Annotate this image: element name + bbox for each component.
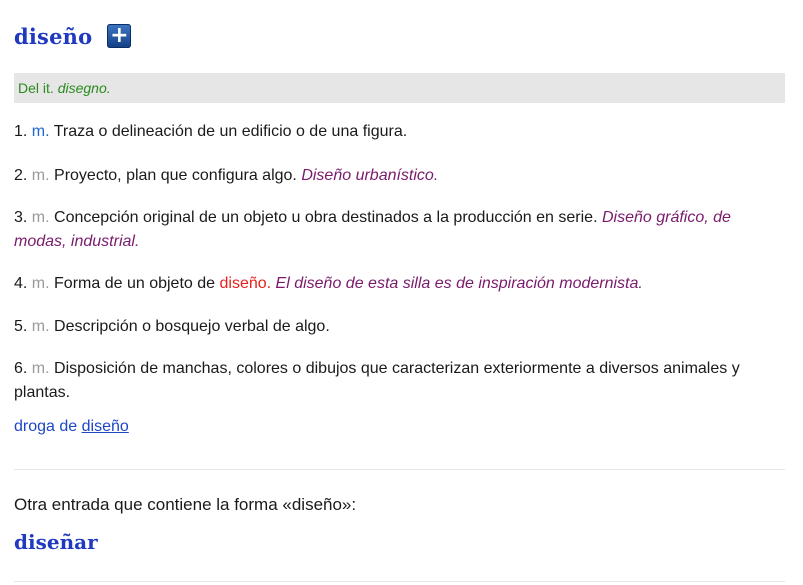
sense-number: 4. [14, 275, 28, 292]
divider [14, 581, 785, 582]
sense-example: Diseño urbanístico. [301, 167, 439, 184]
sense-number: 3. [14, 209, 28, 226]
related-prefix: droga de [14, 418, 78, 435]
sense-5: 5. m. Descripción o bosquejo verbal de a… [14, 315, 774, 339]
sense-definition: Disposición de manchas, colores o dibujo… [14, 360, 740, 401]
sense-abbr: m. [31, 318, 50, 335]
sense-example: El diseño de esta silla es de inspiració… [275, 275, 643, 292]
add-entry-button[interactable]: + [107, 23, 132, 48]
sense-definition: Concepción original de un objeto u obra … [54, 209, 598, 226]
sense-6: 6. m. Disposición de manchas, colores o … [14, 357, 774, 405]
sense-definition: Proyecto, plan que configura algo. [54, 167, 297, 184]
sense-definition: Descripción o bosquejo verbal de algo. [54, 318, 330, 335]
other-entries-heading: Otra entrada que contiene la forma «dise… [14, 495, 357, 514]
etymology-prefix: Del it. [18, 80, 54, 96]
headword-row: diseño + [14, 20, 132, 52]
plus-icon: + [110, 23, 129, 48]
sense-2: 2. m. Proyecto, plan que configura algo.… [14, 164, 774, 188]
divider [14, 469, 785, 470]
sense-number: 1. [14, 123, 28, 140]
sense-number: 5. [14, 318, 28, 335]
sense-1: 1. m. Traza o delineación de un edificio… [14, 120, 774, 144]
related-link[interactable]: diseño [82, 418, 129, 435]
sense-number: 2. [14, 167, 28, 184]
sense-4: 4. m. Forma de un objeto de diseño. El d… [14, 272, 774, 296]
other-entry-link[interactable]: diseñar [14, 530, 98, 554]
sense-abbr: m. [31, 275, 50, 292]
sense-abbr: m. [31, 209, 50, 226]
etymology-bar: Del it. disegno. [14, 73, 785, 103]
sense-definition: Forma de un objeto de [54, 275, 216, 292]
sense-abbr: m. [31, 360, 50, 377]
sense-abbr: m. [31, 123, 50, 140]
sense-3: 3. m. Concepción original de un objeto u… [14, 206, 774, 254]
sense-abbr: m. [31, 167, 50, 184]
sense-definition: Traza o delineación de un edificio o de … [53, 123, 408, 140]
sense-highlight: diseño. [219, 275, 272, 292]
etymology-word: disegno. [57, 80, 111, 96]
etymology-text: Del it. disegno. [14, 80, 111, 96]
headword: diseño [14, 23, 93, 49]
related-expression: droga de diseño [14, 418, 129, 436]
sense-number: 6. [14, 360, 28, 377]
